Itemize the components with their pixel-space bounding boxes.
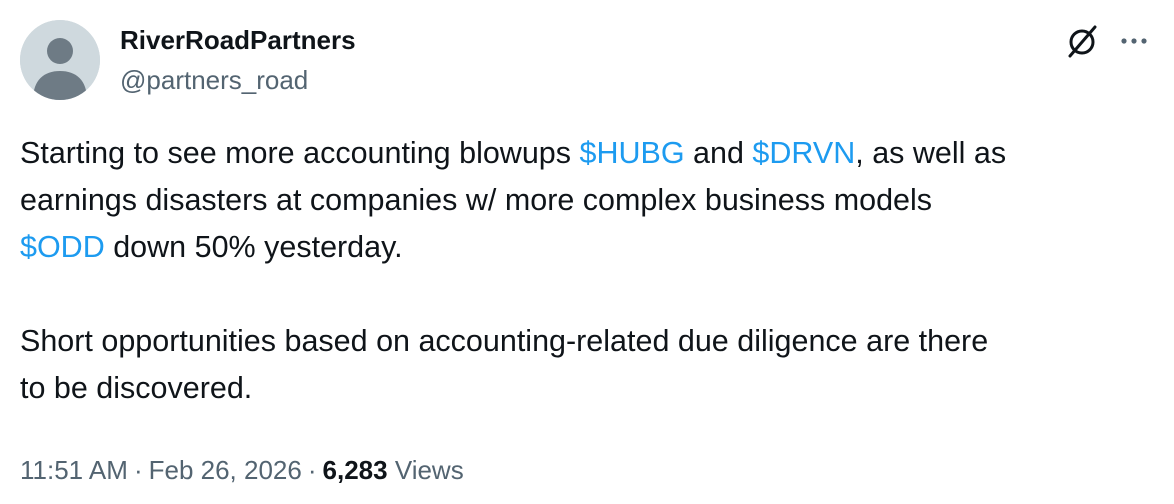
grok-icon[interactable]	[1062, 22, 1102, 62]
more-horizontal-icon[interactable]	[1116, 26, 1152, 56]
text-segment: to be discovered.	[20, 371, 253, 405]
tweet-card: RiverRoadPartners @partners_road Startin…	[0, 0, 1174, 504]
cashtag-odd-link[interactable]: $ODD	[20, 230, 105, 264]
avatar[interactable]	[20, 20, 100, 100]
tweet-text: Starting to see more accounting blowups …	[20, 130, 1160, 412]
author-handle[interactable]: @partners_road	[120, 64, 308, 96]
grok-icon-glyph	[1068, 25, 1097, 58]
views-label: Views	[394, 455, 464, 485]
text-segment: Short opportunities based on accounting-…	[20, 324, 989, 358]
default-profile-icon	[20, 20, 100, 100]
cashtag-hubg-link[interactable]: $HUBG	[579, 136, 684, 170]
text-segment: and	[684, 136, 753, 170]
tweet-time-link[interactable]: 11:51 AM	[20, 455, 128, 485]
tweet-paragraph-2: Short opportunities based on accounting-…	[20, 318, 1160, 412]
author-display-name[interactable]: RiverRoadPartners	[120, 24, 356, 56]
separator: ·	[307, 455, 317, 485]
text-segment: earnings disasters at companies w/ more …	[20, 183, 933, 217]
text-segment: down 50% yesterday.	[104, 230, 403, 264]
separator: ·	[133, 455, 143, 485]
text-segment: Starting to see more accounting blowups	[20, 136, 580, 170]
tweet-paragraph-1: Starting to see more accounting blowups …	[20, 130, 1160, 271]
cashtag-drvn-link[interactable]: $DRVN	[752, 136, 855, 170]
more-dots-glyph	[1121, 38, 1147, 44]
text-segment: , as well as	[855, 136, 1007, 170]
views-count[interactable]: 6,283	[323, 455, 388, 485]
tweet-date-link[interactable]: Feb 26, 2026	[149, 455, 302, 485]
tweet-meta: 11:51 AM · Feb 26, 2026 · 6,283 Views	[20, 452, 464, 488]
